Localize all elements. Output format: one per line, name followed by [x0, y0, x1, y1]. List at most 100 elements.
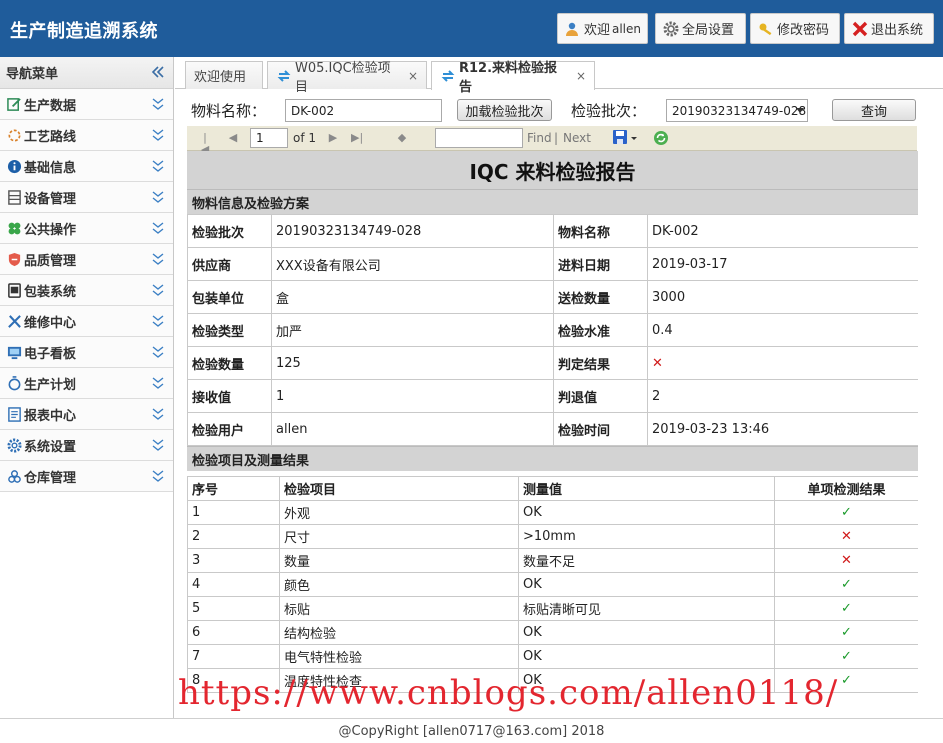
key-icon [757, 20, 774, 37]
chevron-down-icon[interactable] [152, 190, 164, 204]
info-value: 2 [647, 379, 918, 413]
chevron-down-icon[interactable] [152, 376, 164, 390]
info-key: 检验用户 [187, 412, 272, 446]
sidebar-item-1[interactable]: 工艺路线 [0, 120, 173, 151]
chevron-down-icon[interactable] [152, 128, 164, 142]
cell-no: 4 [187, 572, 280, 597]
sidebar-item-5[interactable]: 品质管理 [0, 244, 173, 275]
refresh-icon[interactable] [653, 130, 669, 150]
cell-item: 结构检验 [279, 620, 519, 645]
monitor-icon [6, 344, 22, 360]
edit-icon [6, 96, 22, 112]
sidebar-item-label: 工艺路线 [24, 129, 77, 145]
next-page-icon[interactable]: ▶ [327, 132, 339, 144]
collapse-sidebar-icon[interactable] [151, 65, 165, 79]
clover-icon [6, 220, 22, 236]
sidebar-item-8[interactable]: 电子看板 [0, 337, 173, 368]
info-value: 加严 [271, 313, 554, 347]
chevron-down-icon[interactable] [152, 469, 164, 483]
info-key: 检验时间 [553, 412, 648, 446]
sidebar-item-0[interactable]: 生产数据 [0, 89, 173, 120]
sidebar-item-12[interactable]: 仓库管理 [0, 461, 173, 492]
info-key: 检验批次 [187, 214, 272, 248]
tools-icon [6, 313, 22, 329]
check-icon: ✓ [774, 620, 918, 645]
sidebar-item-2[interactable]: 基础信息 [0, 151, 173, 182]
info-row: 包装单位盒送检数量 3000 [187, 280, 918, 314]
tab-close-icon[interactable]: × [576, 69, 586, 83]
first-page-icon[interactable]: |◀ [199, 132, 211, 156]
warehouse-icon [6, 468, 22, 484]
info-value: 20190323134749-028 [271, 214, 554, 248]
material-label: 物料名称： [191, 102, 267, 120]
table-row: 4 颜色 OK ✓ [187, 572, 918, 597]
prev-page-icon[interactable]: ◀ [227, 132, 239, 144]
tab-label: W05.IQC检验项目 [295, 60, 391, 95]
close-icon [851, 20, 868, 37]
chevron-down-icon[interactable] [152, 159, 164, 173]
info-key: 检验类型 [187, 313, 272, 347]
info-key: 包装单位 [187, 280, 272, 314]
page-number-input[interactable]: 1 [250, 128, 288, 148]
info-key: 送检数量 [553, 280, 648, 314]
material-input[interactable]: DK-002 [285, 99, 442, 122]
tab-iqc-report[interactable]: R12.来料检验报告 × [431, 61, 595, 95]
load-batch-button[interactable]: 加载检验批次 [457, 99, 552, 121]
find-link[interactable]: Find [527, 131, 552, 145]
info-row: 接收值 1 判退值 2 [187, 379, 918, 413]
cell-value: OK [518, 644, 775, 669]
chevron-down-icon[interactable] [152, 283, 164, 297]
info-value: 盒 [271, 280, 554, 314]
chevron-down-icon[interactable] [152, 314, 164, 328]
tab-iqc-items[interactable]: W05.IQC检验项目 × [267, 61, 427, 95]
logout-button[interactable]: 退出系统 [844, 13, 934, 44]
info-row: 检验批次 20190323134749-028 物料名称 DK-002 [187, 214, 918, 248]
global-settings-label: 全局设置 [682, 23, 735, 38]
col-header-value: 测量值 [518, 476, 775, 501]
sidebar-item-6[interactable]: 包装系统 [0, 275, 173, 306]
check-icon: ✓ [774, 500, 918, 525]
sidebar-item-9[interactable]: 生产计划 [0, 368, 173, 399]
chevron-down-icon[interactable] [152, 407, 164, 421]
global-settings-button[interactable]: 全局设置 [655, 13, 746, 44]
sidebar-item-7[interactable]: 维修中心 [0, 306, 173, 337]
sidebar-item-10[interactable]: 报表中心 [0, 399, 173, 430]
info-value: 1 [271, 379, 554, 413]
query-button[interactable]: 查询 [832, 99, 916, 121]
col-header-result: 单项检测结果 [774, 476, 918, 501]
footer-copyright: @CopyRight [allen0717@163.com] 2018 [0, 718, 943, 743]
sidebar-item-3[interactable]: 设备管理 [0, 182, 173, 213]
refresh-tab-icon [276, 68, 292, 84]
sidebar-item-11[interactable]: 系统设置 [0, 430, 173, 461]
chevron-down-icon[interactable] [152, 252, 164, 266]
sidebar-item-label: 报表中心 [24, 408, 77, 424]
chevron-down-icon[interactable] [152, 345, 164, 359]
change-password-button[interactable]: 修改密码 [750, 13, 840, 44]
export-save-icon[interactable] [612, 129, 638, 151]
app-title: 生产制造追溯系统 [10, 21, 158, 42]
report-toolbar: |◀ ◀ 1 of 1 ▶ ▶| ◆ Find | Next [187, 126, 917, 156]
find-input[interactable] [435, 128, 523, 148]
sidebar-header: 导航菜单 [0, 57, 173, 89]
batch-select[interactable]: 20190323134749-028 [666, 99, 808, 122]
back-icon[interactable]: ◆ [396, 132, 408, 144]
tab-close-icon[interactable]: × [408, 69, 418, 83]
welcome-user-button[interactable]: 欢迎 allen [557, 13, 648, 44]
chevron-down-icon[interactable] [152, 438, 164, 452]
check-icon: ✓ [774, 572, 918, 597]
info-value: 125 [271, 346, 554, 380]
tab-welcome[interactable]: 欢迎使用 [185, 61, 263, 89]
change-password-label: 修改密码 [777, 23, 830, 38]
cell-value: >10mm [518, 524, 775, 549]
next-link[interactable]: Next [563, 131, 591, 145]
gear-icon [662, 20, 679, 37]
sidebar-item-4[interactable]: 公共操作 [0, 213, 173, 244]
last-page-icon[interactable]: ▶| [351, 132, 363, 144]
chevron-down-icon[interactable] [152, 97, 164, 111]
cell-value: 标贴清晰可见 [518, 596, 775, 621]
route-icon [6, 127, 22, 143]
cell-no: 2 [187, 524, 280, 549]
chevron-down-icon[interactable] [152, 221, 164, 235]
cell-no: 5 [187, 596, 280, 621]
info-row: 供应商 XXX设备有限公司 进料日期 2019-03-17 [187, 247, 918, 281]
